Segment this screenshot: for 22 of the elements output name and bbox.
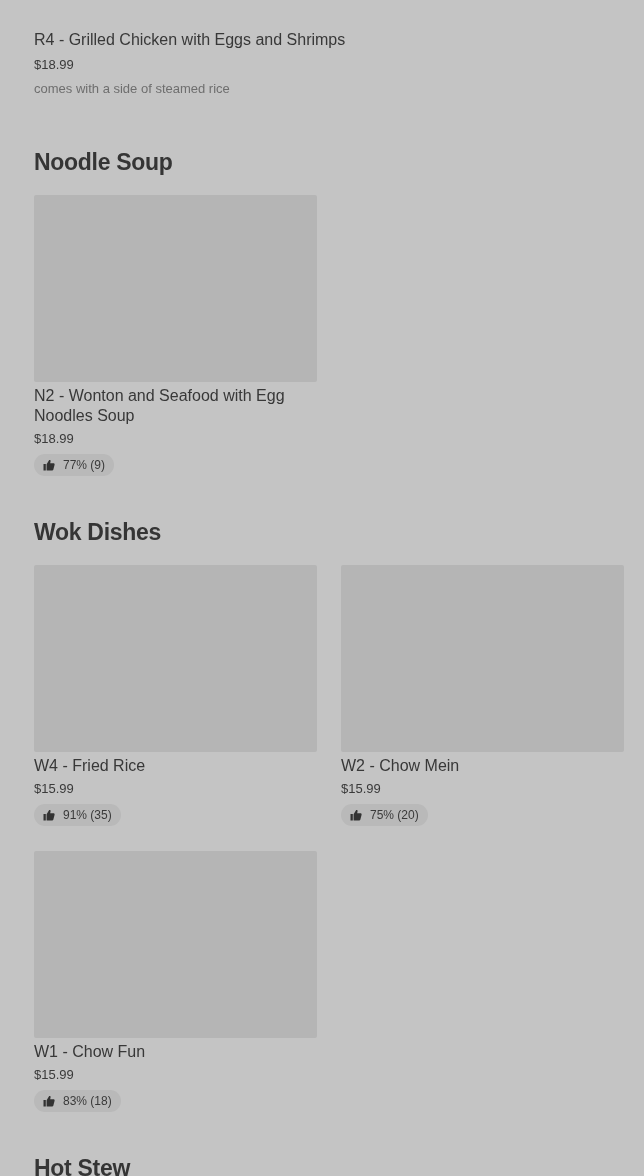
item-name[interactable]: W1 - Chow Fun <box>34 1042 146 1062</box>
rating-text: 75% (20) <box>370 808 419 822</box>
item-name[interactable]: W2 - Chow Mein <box>341 756 460 776</box>
thumbs-up-icon <box>43 809 55 821</box>
thumbs-up-icon <box>350 809 362 821</box>
item-description: comes with a side of steamed rice <box>34 80 231 98</box>
item-name[interactable]: N2 - Wonton and Seafood with Egg Noodles Soup <box>34 386 317 426</box>
rating-text: 83% (18) <box>63 1094 112 1108</box>
item-name: R4 - Grilled Chicken with Eggs and Shrimps <box>34 30 347 50</box>
item-price: $15.99 <box>341 780 381 798</box>
item-price: $15.99 <box>34 1066 74 1084</box>
item-price: $18.99 <box>34 430 74 448</box>
item-price: $15.99 <box>34 780 74 798</box>
section-heading: Noodle Soup <box>34 148 174 177</box>
rating-text: 77% (9) <box>63 458 106 472</box>
rating-text: 91% (35) <box>63 808 112 822</box>
section-heading: Hot Stew <box>34 1154 132 1176</box>
section-heading: Wok Dishes <box>34 518 162 547</box>
thumbs-up-icon <box>43 1095 55 1107</box>
item-price: $18.99 <box>34 56 75 74</box>
item-name[interactable]: W4 - Fried Rice <box>34 756 146 776</box>
thumbs-up-icon <box>43 459 55 471</box>
